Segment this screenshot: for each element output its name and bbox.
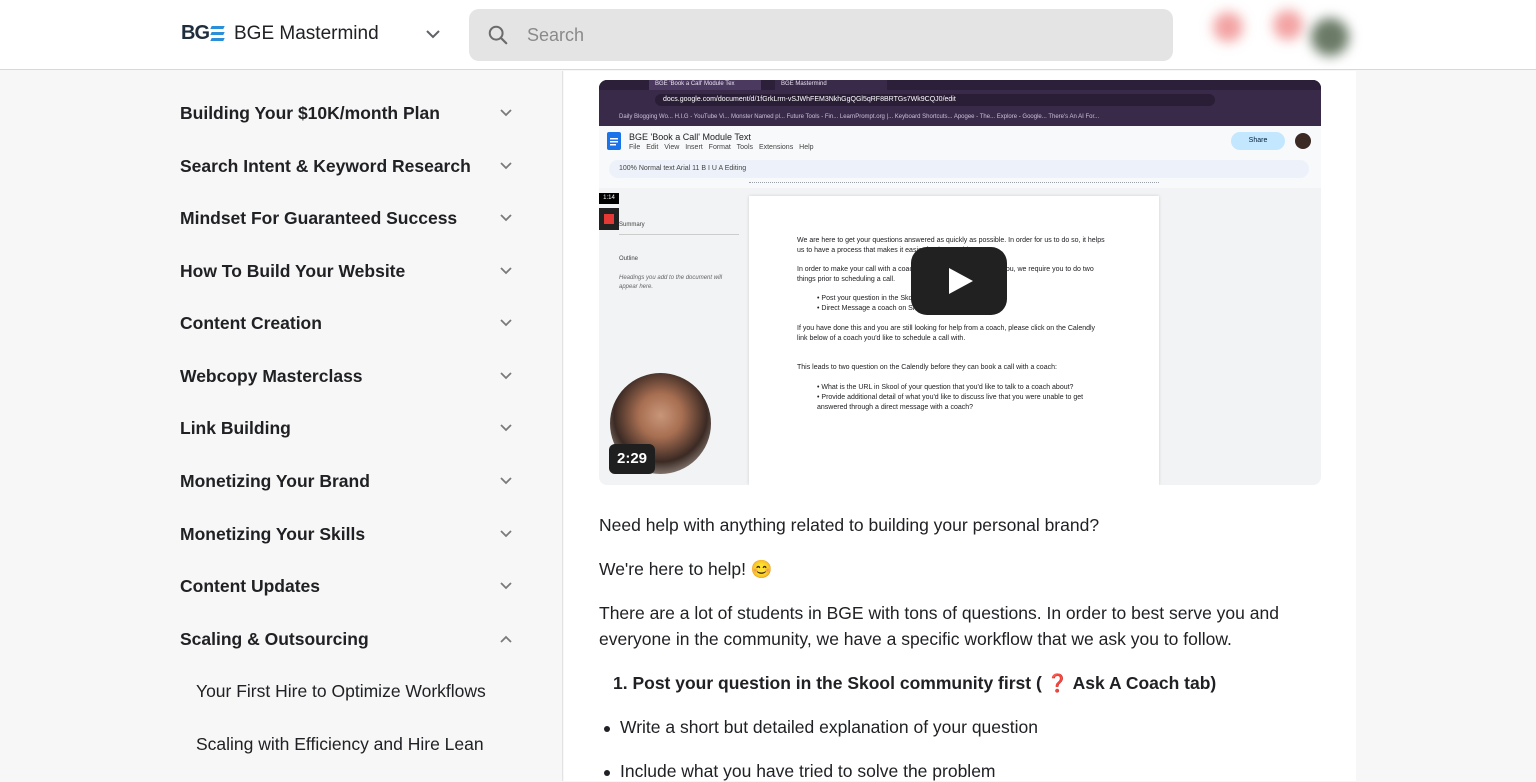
brand[interactable]: BG BGE Mastermind: [181, 22, 379, 45]
search-icon: [488, 25, 508, 45]
outline-hint: Headings you add to the document will ap…: [619, 275, 723, 290]
module-item[interactable]: Monetizing Your Skills: [180, 514, 520, 554]
module-label: Monetizing Your Brand: [180, 470, 370, 491]
doc-line: • Provide additional detail of what you'…: [817, 394, 1084, 411]
chevron-down-icon: [500, 162, 512, 170]
chevron-down-icon: [500, 582, 512, 590]
notification-icon[interactable]: [1213, 12, 1243, 42]
doc-line: This leads to two question on the Calend…: [797, 364, 1057, 371]
list-item: Write a short but detailed explanation o…: [604, 717, 1038, 737]
module-item[interactable]: How To Build Your Website: [180, 251, 520, 291]
user-actions: [1185, 6, 1355, 64]
module-label: Content Creation: [180, 312, 322, 333]
chevron-down-icon: [500, 109, 512, 117]
docs-header: BGE 'Book a Call' Module Text File Edit …: [599, 126, 1321, 188]
lesson-item[interactable]: Scaling with Efficiency and Hire Lean: [196, 726, 526, 762]
chevron-down-icon: [500, 319, 512, 327]
stop-recording-icon: [599, 208, 619, 230]
list-item: Include what you have tried to solve the…: [604, 761, 996, 781]
divider: [619, 234, 739, 235]
doc-menu: File Edit View Insert Format Tools Exten…: [629, 144, 814, 151]
module-item[interactable]: Search Intent & Keyword Research: [180, 146, 520, 186]
intro-text: Need help with anything related to build…: [599, 515, 1100, 535]
video-player[interactable]: BGE 'Book a Call' Module Tex BGE Masterm…: [599, 80, 1321, 485]
chevron-down-icon: [500, 372, 512, 380]
browser-address-bar: docs.google.com/document/d/1fGrkLrm-vSJW…: [655, 94, 1215, 106]
chevron-down-icon[interactable]: [425, 26, 441, 42]
chevron-up-icon: [500, 635, 512, 643]
module-label: Link Building: [180, 417, 291, 438]
doc-toolbar: 100% Normal text Arial 11 B I U A Editin…: [609, 160, 1309, 178]
module-item[interactable]: Monetizing Your Brand: [180, 461, 520, 501]
lesson-label: Scaling with Efficiency and Hire Lean: [196, 733, 484, 754]
doc-avatar: [1295, 133, 1311, 149]
module-label: Building Your $10K/month Plan: [180, 102, 440, 123]
summary-label: Summary: [619, 222, 645, 228]
browser-tab: BGE Mastermind: [775, 80, 887, 90]
avatar[interactable]: [1311, 18, 1349, 56]
module-label: Scaling & Outsourcing: [180, 628, 369, 649]
module-label: Content Updates: [180, 575, 320, 596]
doc-page: We are here to get your questions answer…: [749, 196, 1159, 485]
step-heading: 1. Post your question in the Skool commu…: [613, 673, 1217, 693]
module-item[interactable]: Mindset For Guaranteed Success: [180, 198, 520, 238]
share-button: Share: [1231, 132, 1285, 150]
module-item[interactable]: Link Building: [180, 408, 520, 448]
help-text: We're here to help! 😊: [599, 559, 773, 579]
module-label: Search Intent & Keyword Research: [180, 155, 471, 176]
docs-icon: [607, 132, 621, 150]
outline-label: Outline: [619, 256, 639, 262]
module-label: Monetizing Your Skills: [180, 523, 366, 544]
chevron-down-icon: [500, 424, 512, 432]
workflow-text: There are a lot of students in BGE with …: [599, 603, 1279, 649]
logo-text: BG: [181, 22, 210, 44]
module-label: Mindset For Guaranteed Success: [180, 207, 458, 228]
chevron-down-icon: [500, 477, 512, 485]
lesson-content: BGE 'Book a Call' Module Tex BGE Masterm…: [564, 71, 1356, 781]
chat-icon[interactable]: [1273, 10, 1303, 40]
brand-logo: BG: [181, 22, 225, 45]
play-button[interactable]: [911, 247, 1007, 315]
chevron-down-icon: [500, 530, 512, 538]
lesson-item[interactable]: Your First Hire to Optimize Workflows: [196, 673, 526, 709]
search-input[interactable]: [525, 23, 1129, 47]
search-bar[interactable]: [469, 9, 1173, 61]
doc-ruler: [749, 182, 1159, 187]
chevron-down-icon: [500, 267, 512, 275]
browser-tab: BGE 'Book a Call' Module Tex: [649, 80, 761, 90]
module-label: Webcopy Masterclass: [180, 365, 363, 386]
lesson-label: Your First Hire to Optimize Workflows: [196, 680, 486, 701]
doc-line: If you have done this and you are still …: [797, 325, 1096, 342]
module-item-expanded[interactable]: Scaling & Outsourcing: [180, 619, 520, 659]
browser-bookmarks: Daily Blogging Wo... H.I.G - YouTube Vi.…: [619, 114, 1100, 120]
doc-title: BGE 'Book a Call' Module Text: [629, 132, 751, 142]
module-item[interactable]: Building Your $10K/month Plan: [180, 93, 520, 133]
course-sidebar: Building Your $10K/month Plan Search Int…: [0, 71, 563, 781]
brand-name: BGE Mastermind: [234, 22, 379, 44]
module-item[interactable]: Content Updates: [180, 566, 520, 606]
browser-tabstrip: BGE 'Book a Call' Module Tex BGE Masterm…: [599, 80, 1321, 90]
module-label: How To Build Your Website: [180, 260, 406, 281]
chevron-down-icon: [500, 214, 512, 222]
module-item[interactable]: Content Creation: [180, 303, 520, 343]
doc-line: • What is the URL in Skool of your quest…: [817, 384, 1074, 391]
video-browser-chrome: BGE 'Book a Call' Module Tex BGE Masterm…: [599, 80, 1321, 126]
video-duration: 2:29: [609, 444, 655, 474]
top-bar: BG BGE Mastermind: [0, 0, 1536, 70]
logo-bars-icon: [210, 26, 225, 41]
recording-time: 1:14: [599, 193, 619, 204]
page-background: [1356, 71, 1536, 781]
module-item[interactable]: Webcopy Masterclass: [180, 356, 520, 396]
